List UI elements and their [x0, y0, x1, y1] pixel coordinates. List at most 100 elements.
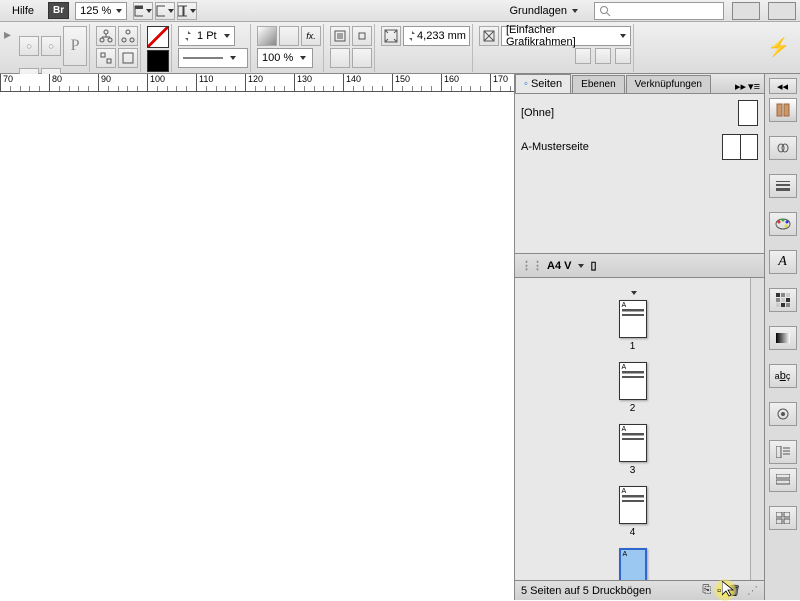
stroke-weight-select[interactable]: 1 Pt	[178, 26, 235, 46]
paragraph-style-icon[interactable]: P	[63, 26, 87, 66]
panel-menu-icon[interactable]: ▾≡	[748, 80, 760, 93]
small-option-icon[interactable]	[615, 48, 631, 64]
dock-expand-icon[interactable]: ◂◂	[769, 78, 797, 94]
quick-apply-icon[interactable]: ⚡	[768, 37, 790, 58]
ruler-tick: 80	[49, 74, 62, 92]
frame-size-input[interactable]: 4,233 mm	[403, 26, 470, 46]
master-thumb-a[interactable]	[722, 134, 758, 160]
page-thumbnail-item[interactable]: A2	[515, 362, 750, 414]
fx-icon[interactable]: fx.	[301, 26, 321, 46]
text-wrap-icon[interactable]	[330, 48, 350, 68]
horizontal-ruler[interactable]: 708090100110120130140150160170	[0, 74, 514, 92]
small-option-icon[interactable]	[575, 48, 591, 64]
page-thumbnail-item[interactable]: A1	[515, 300, 750, 352]
page-number-label: 2	[630, 403, 636, 414]
gradient-dock-icon[interactable]	[769, 326, 797, 350]
master-pages-area: [Ohne] A-Musterseite	[515, 94, 764, 254]
panel-status-bar: 5 Seiten auf 5 Druckbögen ⎘ ▫ 🗑 ⋰	[515, 580, 764, 600]
ruler-tick: 70	[0, 74, 13, 92]
page-thumbnail[interactable]: A	[619, 300, 647, 338]
page-thumbnail[interactable]: A	[619, 486, 647, 524]
workspace-label: Grundlagen	[510, 5, 568, 17]
search-icon	[599, 5, 611, 17]
view-mode-icon[interactable]	[133, 2, 153, 20]
object-style-select[interactable]: [Einfacher Grafikrahmen]	[501, 26, 631, 46]
page-number-label: 1	[630, 341, 636, 352]
grip-icon[interactable]: ⋮⋮	[521, 259, 543, 272]
page-number-label: 4	[630, 527, 636, 538]
main-area: 708090100110120130140150160170 ◦ Seiten …	[0, 74, 800, 600]
top-menubar: Hilfe Br 125 % Grundlagen	[0, 0, 800, 22]
effects-dock-icon[interactable]	[769, 402, 797, 426]
zoom-value: 125 %	[80, 5, 111, 17]
stroke-swatch[interactable]	[147, 50, 169, 72]
stroke-weight-value: 1 Pt	[197, 30, 217, 42]
tab-ebenen[interactable]: Ebenen	[572, 75, 624, 93]
character-dock-icon[interactable]: A	[769, 250, 797, 274]
panel-collapse-icon[interactable]: ▸	[4, 26, 11, 43]
panel-collapse-icon[interactable]: ▸▸	[735, 80, 746, 93]
small-option-icon[interactable]	[595, 48, 611, 64]
right-dock: ◂◂ A abç	[764, 74, 800, 600]
scale-percent-select[interactable]: 100 %	[257, 48, 313, 68]
page-thumbnail[interactable]: A	[619, 362, 647, 400]
ruler-tick: 90	[98, 74, 111, 92]
text-wrap-icon[interactable]	[352, 26, 372, 46]
fill-swatch[interactable]	[147, 26, 169, 48]
page-thumbnail[interactable]: A	[619, 548, 647, 580]
frame-size-value: 4,233 mm	[417, 30, 466, 42]
new-page-icon[interactable]: ▫	[717, 585, 721, 597]
color-dock-icon[interactable]	[769, 212, 797, 236]
master-none-label[interactable]: [Ohne]	[521, 107, 554, 119]
solid-swatch-icon[interactable]	[279, 26, 299, 46]
screen-mode-icon[interactable]	[155, 2, 175, 20]
frame-fit-icon[interactable]	[381, 26, 401, 46]
link-icon[interactable]: ⎘	[702, 584, 711, 597]
page-thumbnail-item[interactable]: A	[515, 548, 750, 580]
window-restore-button[interactable]	[768, 2, 796, 20]
text-wrap-icon[interactable]	[352, 48, 372, 68]
master-a-label[interactable]: A-Musterseite	[521, 141, 589, 153]
hierarchy-icon[interactable]	[118, 48, 138, 68]
menu-help[interactable]: Hilfe	[4, 3, 42, 19]
page-thumbnail-item[interactable]: A4	[515, 486, 750, 538]
paragraph-styles-dock-icon[interactable]	[769, 440, 797, 464]
scrollbar[interactable]	[750, 278, 764, 580]
tab-seiten[interactable]: ◦ Seiten	[515, 74, 571, 93]
page-thumbnail[interactable]: A	[619, 424, 647, 462]
search-input[interactable]	[594, 2, 724, 20]
stroke-style-select[interactable]	[178, 48, 248, 68]
dotted-circle-icon[interactable]: ◌	[19, 36, 39, 56]
object-styles-dock-icon[interactable]	[769, 468, 797, 492]
grip-icon[interactable]: ⋰	[747, 584, 758, 597]
document-canvas[interactable]	[0, 92, 514, 600]
ruler-tick: 110	[196, 74, 213, 92]
glyphs-dock-icon[interactable]: abç	[769, 364, 797, 388]
bridge-button[interactable]: Br	[48, 2, 69, 19]
pages-dock-icon[interactable]	[769, 98, 797, 122]
window-minimize-button[interactable]	[732, 2, 760, 20]
hierarchy-icon[interactable]	[118, 26, 138, 46]
object-style-icon[interactable]	[479, 26, 499, 46]
master-thumb-none[interactable]	[738, 100, 758, 126]
swatches-dock-icon[interactable]	[769, 288, 797, 312]
dotted-circle-icon[interactable]: ◌	[41, 36, 61, 56]
stroke-dock-icon[interactable]	[769, 174, 797, 198]
hierarchy-icon[interactable]	[96, 48, 116, 68]
orientation-icon[interactable]: ▯	[590, 259, 596, 272]
gradient-swatch-icon[interactable]	[257, 26, 277, 46]
links-dock-icon[interactable]	[769, 136, 797, 160]
zoom-level-select[interactable]: 125 %	[75, 2, 127, 20]
text-wrap-icon[interactable]	[330, 26, 350, 46]
chevron-down-icon	[572, 9, 578, 13]
page-size-bar: ⋮⋮ A4 V ▯	[515, 254, 764, 278]
tab-verknuepfungen[interactable]: Verknüpfungen	[626, 75, 711, 93]
workspace-select[interactable]: Grundlagen	[504, 3, 585, 19]
page-thumbnail-item[interactable]: A3	[515, 424, 750, 476]
align-dock-icon[interactable]	[769, 506, 797, 530]
pages-list[interactable]: A1A2A3A4A	[515, 278, 750, 580]
hierarchy-icon[interactable]	[96, 26, 116, 46]
arrange-icon[interactable]	[177, 2, 197, 20]
chevron-down-icon	[116, 9, 122, 13]
chevron-down-icon[interactable]	[578, 264, 584, 268]
